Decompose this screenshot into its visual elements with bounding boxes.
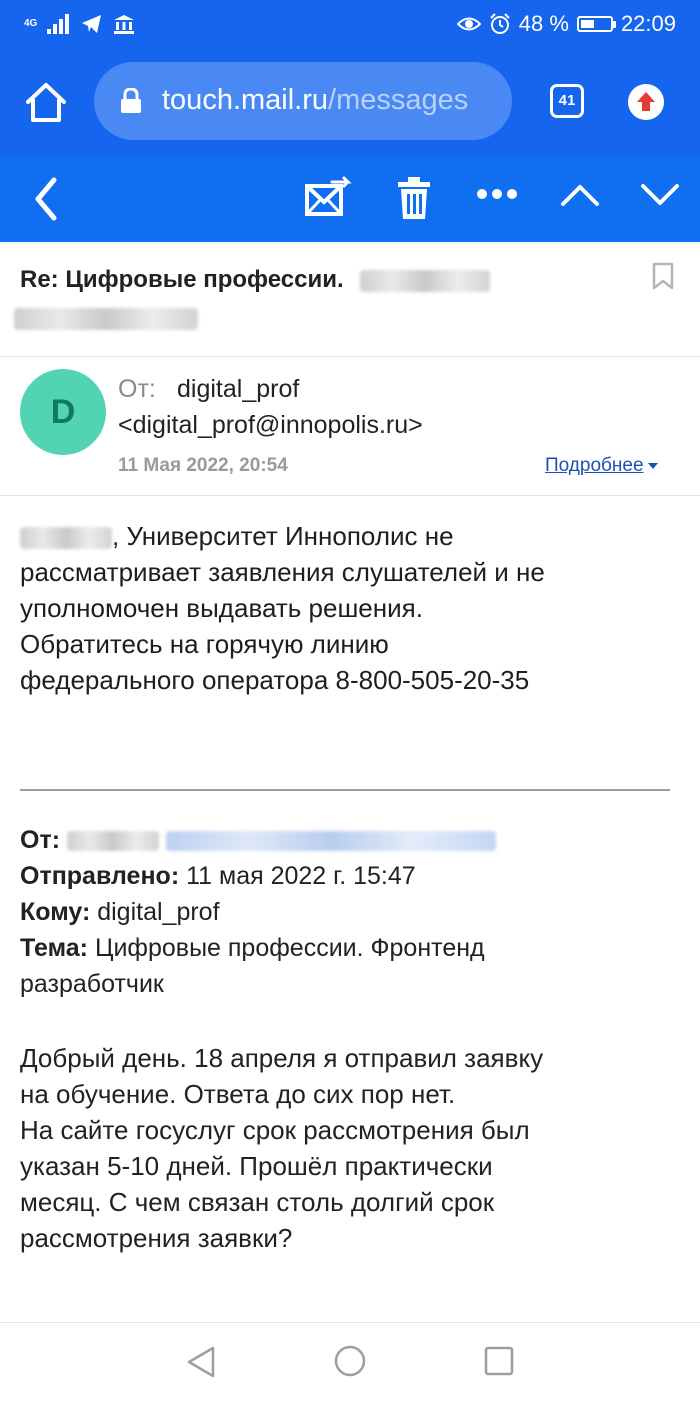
quoted-line: месяц. С чем связан столь долгий срок [20, 1187, 495, 1217]
tabs-count-button[interactable]: 41 [550, 84, 584, 118]
message-body: , Университет Иннополис не рассматривает… [20, 518, 680, 698]
network-type: 4G [24, 18, 38, 29]
quoted-header: От: Отправлено: 11 мая 2022 г. 15:47 Ком… [20, 822, 680, 1002]
redacted-text [360, 269, 491, 292]
url-text: touch.mail.ru/messages [162, 84, 468, 117]
back-icon[interactable] [30, 174, 64, 224]
more-icon[interactable] [476, 188, 518, 200]
url-path: /messages [328, 84, 469, 116]
subject-text: Re: Цифровые профессии. [20, 266, 344, 293]
redacted-text [14, 308, 198, 330]
redacted-text [66, 831, 159, 852]
body-line: уполномочен выдавать решения. [20, 593, 423, 623]
system-nav-bar [0, 1322, 700, 1401]
avatar: D [20, 369, 106, 455]
trash-icon[interactable] [396, 176, 432, 220]
body-line: рассматривает заявления слушателей и не [20, 557, 545, 587]
quoted-subject-cont: разработчик [20, 970, 164, 998]
body-line: Обратитесь на горячую линию [20, 629, 389, 659]
eye-icon [456, 17, 481, 31]
from-label: От: [118, 375, 156, 403]
chevron-down-icon[interactable] [640, 182, 680, 208]
sender-area: D От: digital_prof <digital_prof@innopol… [0, 357, 700, 496]
body-line: федерального оператора 8-800-505-20-35 [20, 665, 530, 695]
quoted-body: Добрый день. 18 апреля я отправил заявку… [20, 1040, 690, 1256]
subject: Re: Цифровые профессии. [20, 266, 491, 294]
details-link[interactable]: Подробнее [545, 455, 658, 477]
caret-down-icon [647, 462, 658, 469]
battery-icon [576, 16, 616, 32]
lock-icon [121, 88, 141, 113]
quoted-line: рассмотрения заявки? [20, 1223, 293, 1253]
quoted-line: указан 5-10 дней. Прошёл практически [20, 1151, 493, 1181]
url-bar[interactable]: touch.mail.ru/messages [94, 62, 512, 140]
move-mail-icon[interactable] [304, 176, 352, 218]
quoted-line: На сайте госуслуг срок рассмотрения был [20, 1115, 530, 1145]
bank-icon [114, 15, 135, 34]
nav-back-icon[interactable] [185, 1345, 217, 1379]
quoted-from: От: [20, 822, 680, 858]
details-link-text: Подробнее [545, 455, 644, 476]
quoted-subject: Тема: Цифровые профессии. Фронтенд [20, 934, 485, 962]
redacted-text [165, 831, 496, 852]
status-right: 48 % 22:09 [456, 10, 676, 38]
clock: 22:09 [620, 11, 676, 36]
browser-bar: touch.mail.ru/messages 41 [0, 48, 700, 156]
status-left: 4G [24, 10, 135, 38]
quote-divider [20, 789, 670, 791]
alarm-icon [490, 13, 510, 34]
update-icon[interactable] [628, 84, 664, 120]
redacted-text [20, 527, 112, 550]
message-date: 11 Мая 2022, 20:54 [118, 455, 288, 476]
sender-name[interactable]: digital_prof [177, 375, 299, 404]
body-line: , Университет Иннополис не [20, 518, 680, 554]
quoted-sent: Отправлено: 11 мая 2022 г. 15:47 [20, 862, 416, 890]
status-bar: 4G 48 % 22:09 [0, 0, 700, 48]
nav-recents-icon[interactable] [484, 1346, 514, 1376]
url-host: touch.mail.ru [162, 84, 329, 116]
bookmark-icon[interactable] [652, 262, 674, 290]
chevron-up-icon[interactable] [560, 182, 600, 208]
signal-icon [47, 14, 70, 34]
sender-email[interactable]: <digital_prof@innopolis.ru> [118, 411, 423, 440]
battery-percent: 48 % [518, 11, 569, 36]
telegram-icon [82, 15, 102, 33]
mail-toolbar [0, 156, 700, 242]
subject-area: Re: Цифровые профессии. [0, 242, 700, 357]
quoted-line: на обучение. Ответа до сих пор нет. [20, 1079, 456, 1109]
quoted-line: Добрый день. 18 апреля я отправил заявку [20, 1043, 544, 1073]
nav-home-icon[interactable] [334, 1345, 366, 1377]
quoted-to: Кому: digital_prof [20, 898, 220, 926]
home-icon[interactable] [22, 80, 70, 124]
